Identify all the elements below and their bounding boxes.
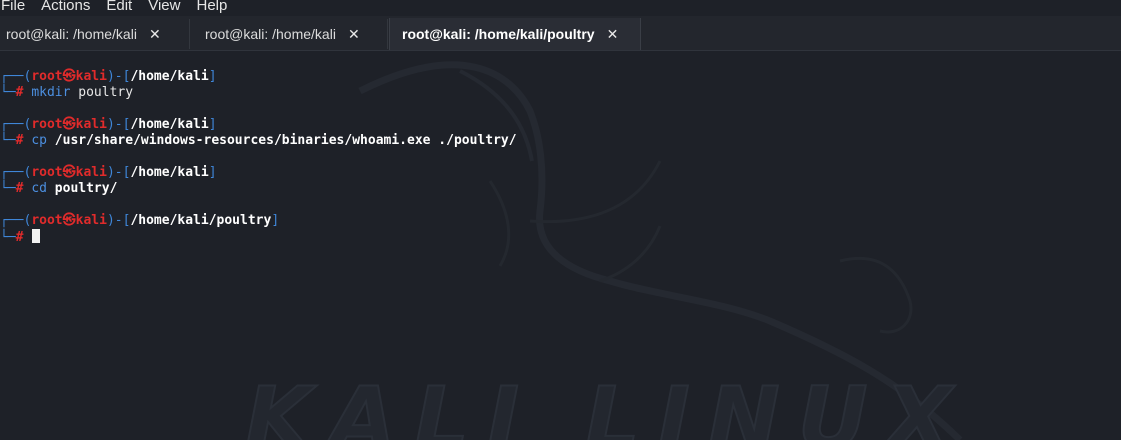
tab-1-title: root@kali: /home/kali (6, 26, 137, 42)
prompt-block: ┌──(root㉿kali)-[/home/kali] └─# cd poult… (0, 165, 217, 196)
menu-file[interactable]: File (1, 0, 25, 13)
tab-2-title: root@kali: /home/kali (205, 26, 336, 42)
tab-2[interactable]: root@kali: /home/kali ✕ (190, 19, 388, 49)
menu-bar: File Actions Edit View Help (0, 0, 1121, 16)
tab-bar: root@kali: /home/kali ✕ root@kali: /home… (0, 16, 1121, 51)
command-args: poultry/ (54, 181, 118, 196)
menu-edit[interactable]: Edit (106, 0, 132, 13)
prompt-path: /home/kali (130, 117, 209, 132)
prompt-block: ┌──(root㉿kali)-[/home/kali] └─# cp /usr/… (0, 117, 517, 148)
close-icon[interactable]: ✕ (348, 26, 360, 43)
terminal-area[interactable]: KALI LINUX ┌──(root㉿kali)-[/home/kali] └… (0, 51, 1121, 440)
close-icon[interactable]: ✕ (149, 26, 161, 43)
tab-3-active[interactable]: root@kali: /home/kali/poultry ✕ (389, 18, 641, 50)
command-name: cd (31, 181, 47, 196)
close-icon[interactable]: ✕ (607, 26, 619, 43)
prompt-path: /home/kali (130, 165, 209, 180)
tab-3-title: root@kali: /home/kali/poultry (402, 26, 595, 42)
prompt-path: /home/kali (130, 69, 209, 84)
prompt-block-current: ┌──(root㉿kali)-[/home/kali/poultry] └─# (0, 213, 280, 245)
tab-1[interactable]: root@kali: /home/kali ✕ (0, 19, 190, 49)
prompt-path: /home/kali/poultry (130, 213, 272, 228)
menu-view[interactable]: View (148, 0, 180, 13)
menu-help[interactable]: Help (196, 0, 227, 13)
command-args: poultry (78, 85, 134, 100)
kali-linux-watermark: KALI LINUX (244, 368, 970, 440)
menu-actions[interactable]: Actions (41, 0, 90, 13)
terminal-output: ┌──(root㉿kali)-[/home/kali] └─# mkdir po… (0, 69, 517, 245)
prompt-block: ┌──(root㉿kali)-[/home/kali] └─# mkdir po… (0, 69, 217, 100)
text-cursor (32, 229, 41, 243)
command-name: cp (31, 133, 47, 148)
command-args: /usr/share/windows-resources/binaries/wh… (54, 133, 517, 148)
command-name: mkdir (31, 85, 71, 100)
